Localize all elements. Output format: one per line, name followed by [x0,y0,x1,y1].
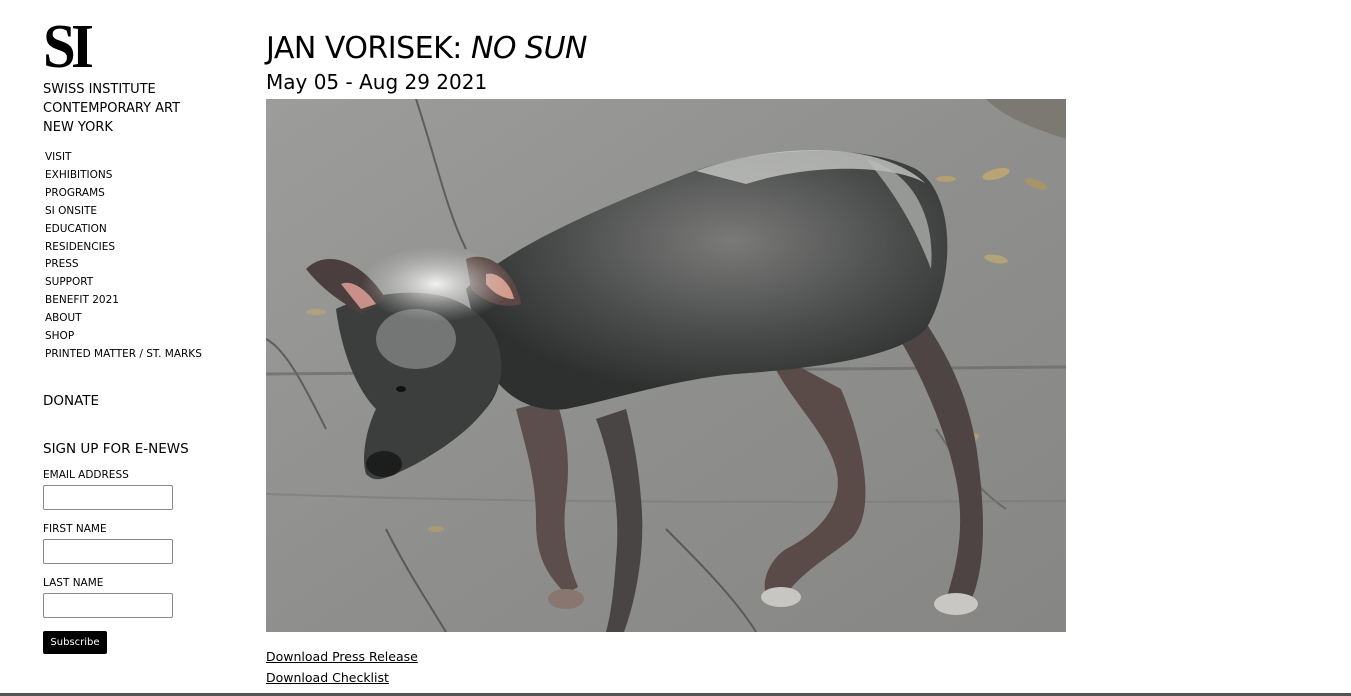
exhibition-name: NO SUN [470,31,588,66]
nav-item-programs[interactable]: PROGRAMS [45,185,243,203]
subscribe-button[interactable]: Subscribe [43,630,107,654]
page: SI SWISS INSTITUTE CONTEMPORARY ART NEW … [0,0,1351,696]
last-name-field[interactable] [43,592,173,618]
nav-item-benefit-2021[interactable]: BENEFIT 2021 [45,292,243,310]
main-nav: VISIT EXHIBITIONS PROGRAMS SI ONSITE EDU… [45,149,243,364]
exhibition-artist: JAN VORISEK: [266,31,462,66]
download-press-release-link[interactable]: Download Press Release [266,646,418,667]
dog-photo [266,99,1066,632]
nav-item-exhibitions[interactable]: EXHIBITIONS [45,167,243,185]
donate-link[interactable]: DONATE [43,392,243,410]
nav-item-support[interactable]: SUPPORT [45,274,243,292]
exhibition-dates: May 05 - Aug 29 2021 [266,70,488,94]
nav-item-about[interactable]: ABOUT [45,310,243,328]
nav-item-education[interactable]: EDUCATION [45,221,243,239]
last-name-label: LAST NAME [43,576,104,589]
first-name-field[interactable] [43,538,173,564]
email-field[interactable] [43,484,173,510]
institution-name: SWISS INSTITUTE CONTEMPORARY ART NEW YOR… [43,80,243,137]
hero-image [266,99,1066,632]
downloads: Download Press Release Download Checklis… [266,646,418,688]
enews-heading: SIGN UP FOR E-NEWS [43,440,189,457]
institution-line-3: NEW YORK [43,120,113,135]
email-label: EMAIL ADDRESS [43,468,129,481]
institution-line-1: SWISS INSTITUTE [43,82,156,97]
nav-item-shop[interactable]: SHOP [45,328,243,346]
si-logo[interactable]: SI [43,16,233,78]
nav-item-si-onsite[interactable]: SI ONSITE [45,203,243,221]
enews-form: EMAIL ADDRESS FIRST NAME LAST NAME Subsc… [43,468,243,654]
nav-item-printed-matter[interactable]: PRINTED MATTER / ST. MARKS [45,346,243,364]
nav-item-visit[interactable]: VISIT [45,149,243,167]
institution-line-2: CONTEMPORARY ART [43,101,181,116]
first-name-label: FIRST NAME [43,522,107,535]
sidebar: SI SWISS INSTITUTE CONTEMPORARY ART NEW … [43,16,243,654]
download-checklist-link[interactable]: Download Checklist [266,667,418,688]
exhibition-title: JAN VORISEK: NO SUN [266,30,1066,68]
nav-item-residencies[interactable]: RESIDENCIES [45,239,243,257]
nav-item-press[interactable]: PRESS [45,256,243,274]
main-content: JAN VORISEK: NO SUN May 05 - Aug 29 2021 [266,30,1066,685]
